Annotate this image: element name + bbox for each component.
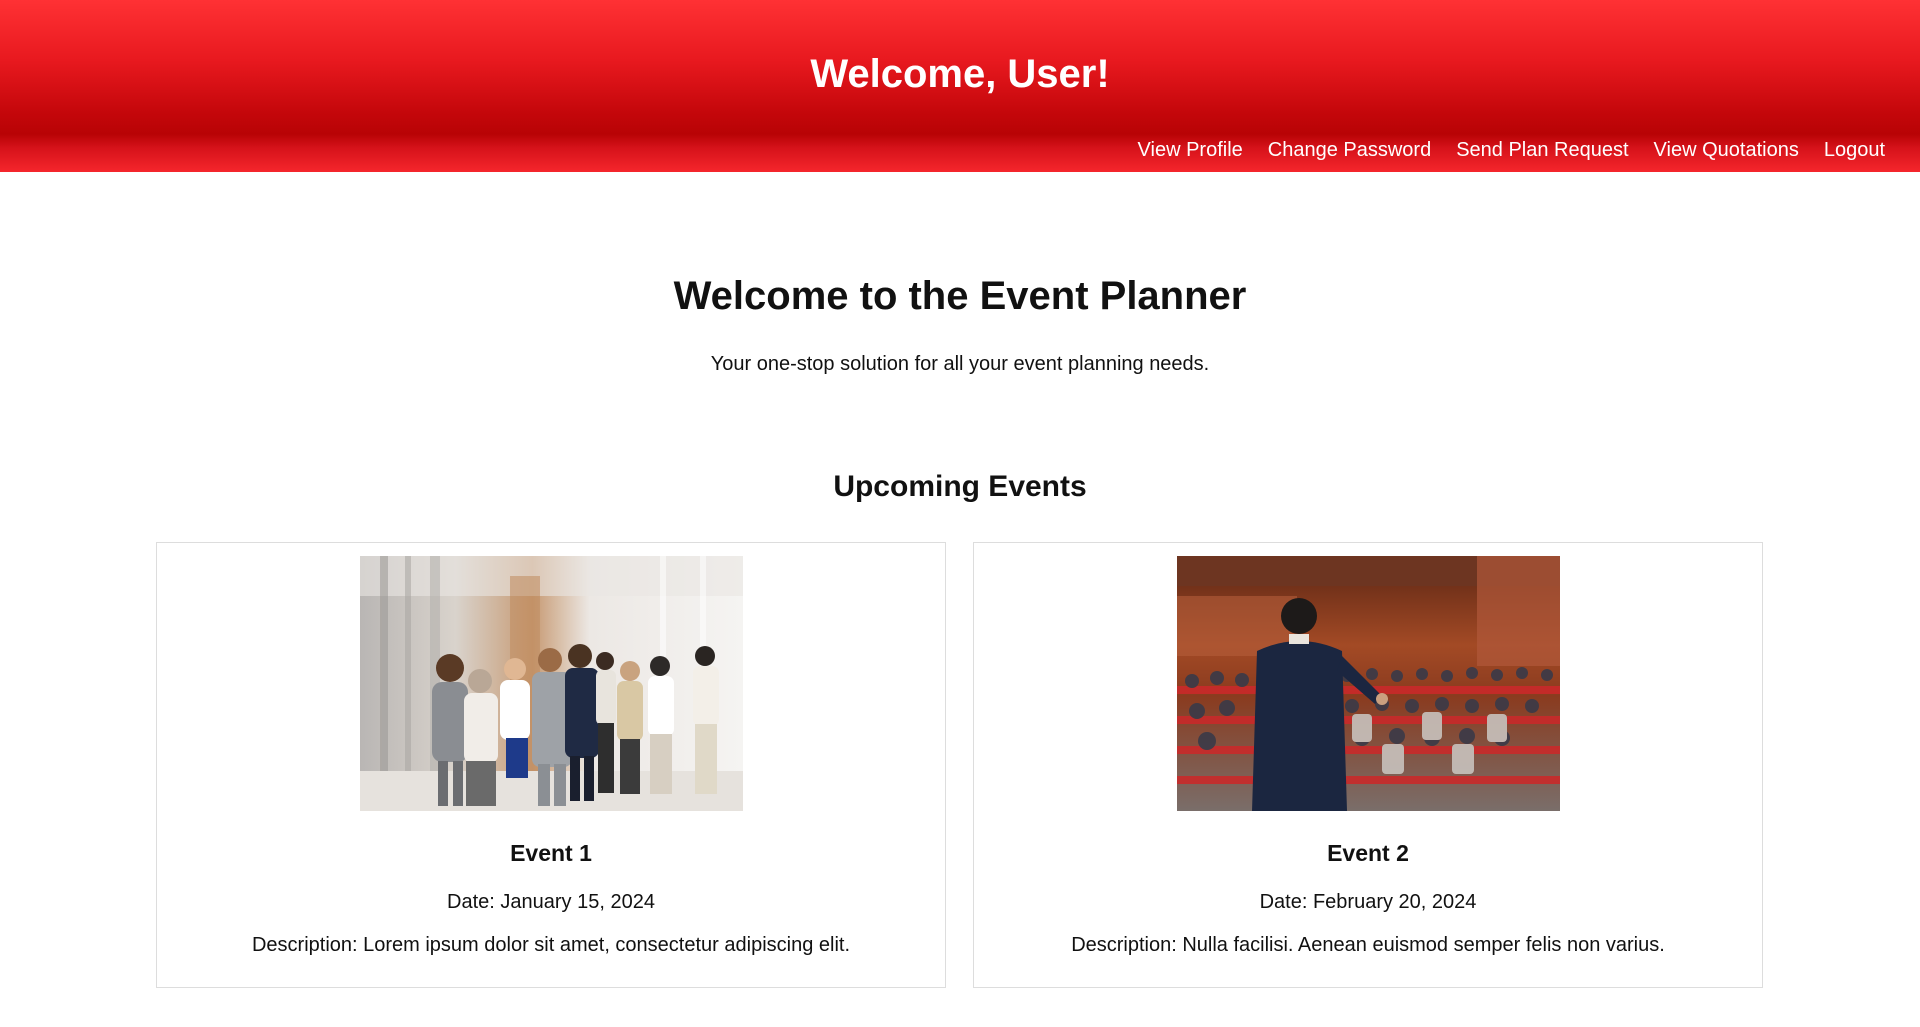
nav-logout[interactable]: Logout: [1824, 137, 1885, 163]
nav-change-password[interactable]: Change Password: [1268, 137, 1431, 163]
nav-view-quotations[interactable]: View Quotations: [1654, 137, 1799, 163]
nav-send-plan-request[interactable]: Send Plan Request: [1456, 137, 1628, 163]
top-nav: View Profile Change Password Send Plan R…: [1113, 137, 1885, 163]
conference-photo: [1177, 556, 1560, 811]
event-description: Description: Lorem ipsum dolor sit amet,…: [251, 934, 851, 956]
page-title: Welcome, User!: [810, 52, 1110, 96]
event-date: Date: February 20, 2024: [1259, 891, 1477, 913]
event-name: Event 1: [510, 840, 592, 866]
nav-view-profile[interactable]: View Profile: [1138, 137, 1243, 163]
hero-subtitle: Your one-stop solution for all your even…: [710, 353, 1210, 375]
event-date: Date: January 15, 2024: [447, 891, 655, 913]
site-header: Welcome, User! View Profile Change Passw…: [0, 0, 1920, 172]
event-name: Event 2: [1327, 840, 1409, 866]
hero-title: Welcome to the Event Planner: [673, 274, 1247, 318]
event-description: Description: Nulla facilisi. Aenean euis…: [1071, 934, 1665, 956]
networking-photo: [360, 556, 743, 811]
event-card: Event 2 Date: February 20, 2024 Descript…: [973, 542, 1763, 988]
event-card: Event 1 Date: January 15, 2024 Descripti…: [156, 542, 946, 988]
upcoming-events-title: Upcoming Events: [833, 470, 1087, 503]
